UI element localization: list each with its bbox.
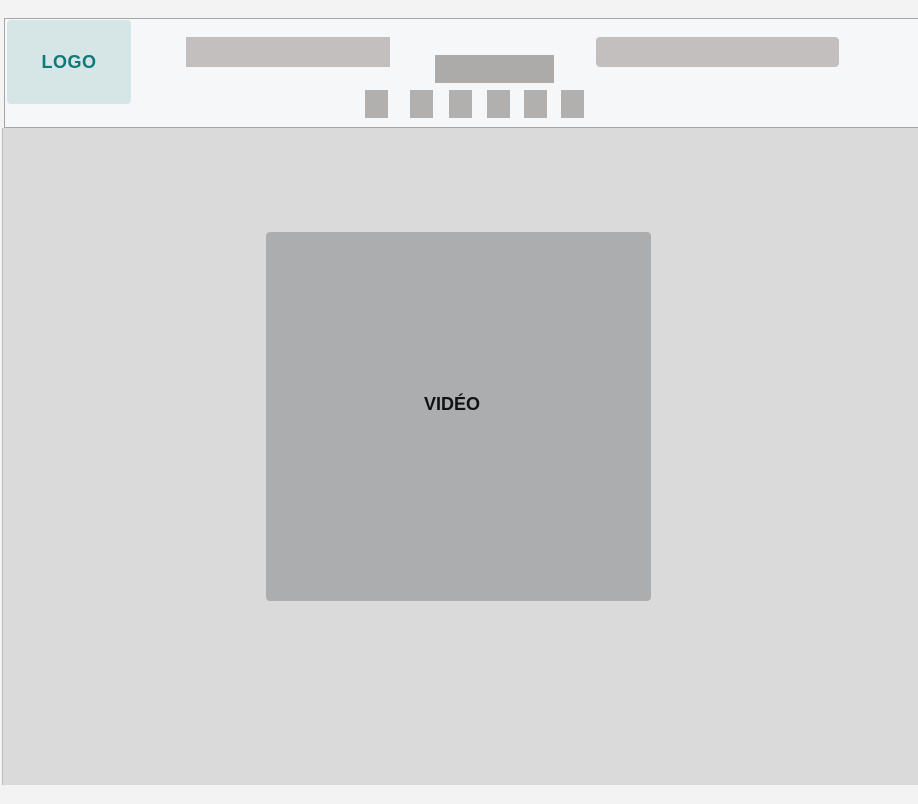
video-label: VIDÉO (423, 394, 480, 414)
search-placeholder[interactable] (596, 37, 839, 67)
title-placeholder (435, 55, 554, 83)
video-player[interactable]: VIDÉO (266, 232, 651, 601)
main-content: VIDÉO (2, 128, 918, 785)
nav-icon-2[interactable] (410, 90, 433, 118)
logo[interactable]: LOGO (7, 20, 131, 104)
logo-text: LOGO (41, 51, 97, 72)
nav-icon-1[interactable] (365, 90, 388, 118)
nav-icon-6[interactable] (561, 90, 584, 118)
nav-icon-4[interactable] (487, 90, 510, 118)
nav-placeholder-left[interactable] (186, 37, 390, 67)
page: LOGO VIDÉO (0, 0, 918, 804)
nav-icon-3[interactable] (449, 90, 472, 118)
nav-icon-5[interactable] (524, 90, 547, 118)
header: LOGO (4, 18, 918, 128)
